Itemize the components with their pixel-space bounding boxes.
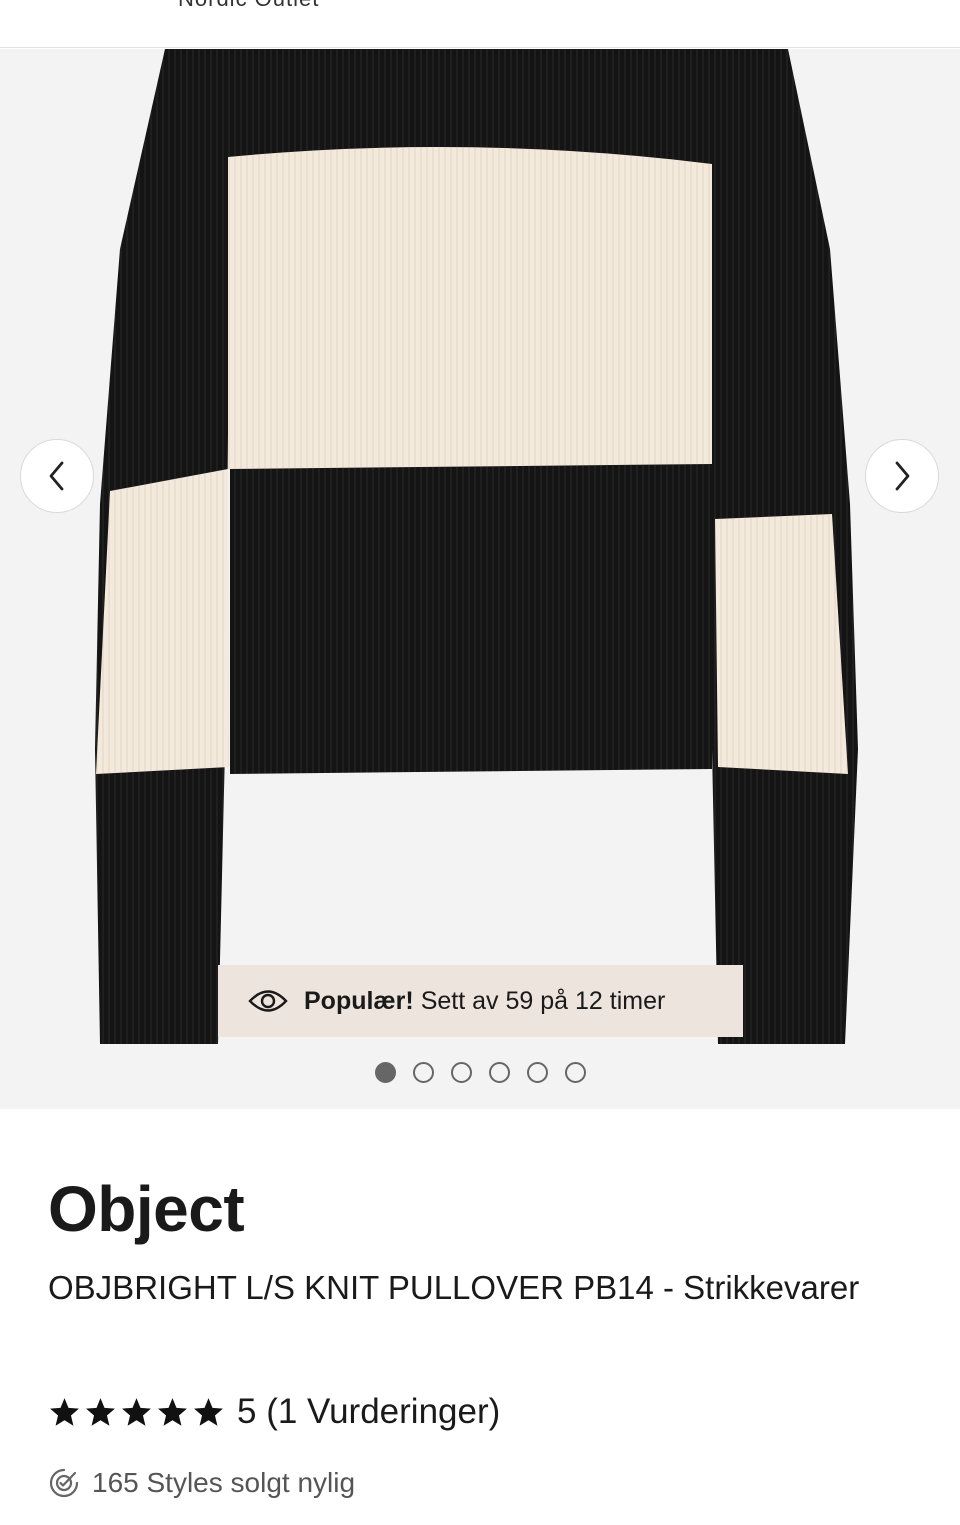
carousel-dot-3[interactable] xyxy=(450,1062,472,1083)
chevron-left-icon xyxy=(49,461,64,491)
carousel-dot-6[interactable] xyxy=(564,1062,586,1083)
eye-icon xyxy=(248,988,288,1014)
popular-text: Sett av 59 på 12 timer xyxy=(420,986,666,1015)
star-icon xyxy=(158,1397,187,1426)
brand-name[interactable]: Object xyxy=(48,1172,245,1246)
next-image-button[interactable] xyxy=(865,439,939,513)
product-rating[interactable]: 5 (1 Vurderinger) xyxy=(48,1392,500,1432)
star-rating xyxy=(48,1396,225,1429)
rating-text: 5 (1 Vurderinger) xyxy=(237,1392,501,1431)
carousel-dots xyxy=(0,1062,960,1083)
star-icon xyxy=(86,1397,115,1426)
product-image-gallery[interactable]: Populær! Sett av 59 på 12 timer xyxy=(0,49,960,1109)
star-icon xyxy=(194,1397,223,1426)
popular-label: Populær! xyxy=(304,986,414,1015)
product-image xyxy=(95,49,858,1044)
carousel-dot-5[interactable] xyxy=(526,1062,548,1083)
popularity-banner: Populær! Sett av 59 på 12 timer xyxy=(218,965,743,1037)
chevron-right-icon xyxy=(895,461,910,491)
top-bar: Nordic Outlet xyxy=(0,0,960,48)
star-icon xyxy=(122,1397,151,1426)
star-icon xyxy=(50,1397,79,1426)
check-badge-icon xyxy=(48,1467,80,1499)
sold-recently: 165 Styles solgt nylig xyxy=(48,1467,355,1499)
previous-image-button[interactable] xyxy=(20,439,94,513)
carousel-dot-4[interactable] xyxy=(488,1062,510,1083)
sold-text: 165 Styles solgt nylig xyxy=(92,1467,356,1498)
store-name: Nordic Outlet xyxy=(178,0,319,12)
product-name: OBJBRIGHT L/S KNIT PULLOVER PB14 - Strik… xyxy=(48,1269,860,1306)
carousel-dot-1[interactable] xyxy=(374,1062,396,1083)
carousel-dot-2[interactable] xyxy=(412,1062,434,1083)
